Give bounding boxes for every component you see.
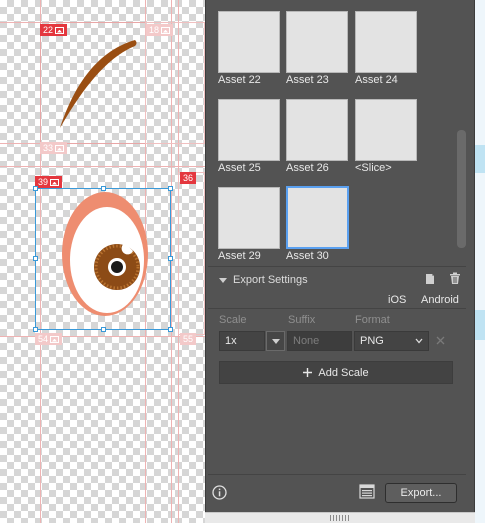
add-scale-button[interactable]: Add Scale bbox=[219, 361, 453, 384]
asset-label: <Slice> bbox=[355, 162, 392, 174]
asset-label: Asset 24 bbox=[355, 74, 398, 86]
asset-thumbnail-selected[interactable] bbox=[286, 186, 349, 249]
artboard-number: 18 bbox=[149, 25, 160, 35]
suffix-input[interactable]: None bbox=[287, 331, 352, 351]
artboard-badge-18[interactable]: 18 bbox=[146, 24, 174, 36]
asset-label: Asset 29 bbox=[218, 250, 261, 262]
chevron-down-icon bbox=[272, 339, 280, 344]
canvas-right-edge bbox=[475, 0, 485, 523]
tab-ios[interactable]: iOS bbox=[388, 294, 406, 306]
artboard-badge-22[interactable]: 22 bbox=[40, 24, 68, 36]
resize-handle[interactable] bbox=[33, 186, 38, 191]
artboard-badge-55[interactable]: 55 bbox=[180, 333, 197, 345]
resize-handle[interactable] bbox=[101, 327, 106, 332]
scale-column-header: Scale bbox=[219, 314, 247, 326]
suffix-column-header: Suffix bbox=[288, 314, 316, 326]
resize-handle[interactable] bbox=[33, 327, 38, 332]
tab-android[interactable]: Android bbox=[421, 294, 459, 306]
asset-label: Asset 26 bbox=[286, 162, 329, 174]
artboard-number: 22 bbox=[43, 25, 54, 35]
artboard-number: 54 bbox=[38, 334, 49, 344]
scale-dropdown-button[interactable] bbox=[266, 331, 285, 351]
artboard-badge-54[interactable]: 54 bbox=[35, 333, 63, 345]
export-settings-title: Export Settings bbox=[233, 274, 308, 286]
export-label: Export... bbox=[400, 487, 442, 499]
asset-thumbnail[interactable] bbox=[218, 11, 280, 73]
info-icon[interactable] bbox=[212, 485, 227, 500]
plus-icon bbox=[303, 368, 313, 377]
trash-icon[interactable] bbox=[449, 272, 461, 285]
image-icon bbox=[55, 26, 65, 34]
asset-label: Asset 23 bbox=[286, 74, 329, 86]
export-button[interactable]: Export... bbox=[385, 483, 457, 503]
resize-handle[interactable] bbox=[168, 256, 173, 261]
divider bbox=[208, 308, 466, 309]
artboard-number: 36 bbox=[183, 173, 194, 183]
scale-input[interactable]: 1x bbox=[219, 331, 265, 351]
artboard-36[interactable] bbox=[178, 172, 205, 335]
export-for-screens-icon[interactable] bbox=[359, 484, 375, 499]
format-select[interactable]: PNG bbox=[354, 331, 429, 351]
asset-label: Asset 25 bbox=[218, 162, 261, 174]
format-column-header: Format bbox=[355, 314, 390, 326]
asset-thumbnail[interactable] bbox=[355, 99, 417, 161]
add-scale-label: Add Scale bbox=[318, 366, 369, 379]
asset-thumbnail[interactable] bbox=[218, 99, 280, 161]
resize-handle[interactable] bbox=[168, 327, 173, 332]
image-icon bbox=[55, 144, 65, 152]
asset-label: Asset 22 bbox=[218, 74, 261, 86]
asset-thumbnail[interactable] bbox=[218, 187, 280, 249]
artboard-number: 39 bbox=[38, 177, 49, 187]
scrollbar-grip[interactable] bbox=[330, 515, 350, 521]
divider bbox=[208, 474, 466, 475]
asset-label: Asset 30 bbox=[286, 250, 329, 262]
eyebrow-artwork[interactable] bbox=[55, 38, 140, 133]
format-value: PNG bbox=[360, 335, 384, 347]
artboard-number: 33 bbox=[43, 143, 54, 153]
assets-scrollbar[interactable] bbox=[457, 130, 466, 248]
image-icon bbox=[50, 335, 60, 343]
horizontal-scrollbar[interactable] bbox=[205, 512, 475, 523]
artboard-badge-36[interactable]: 36 bbox=[180, 172, 197, 184]
chevron-down-icon bbox=[415, 338, 423, 344]
eye-artwork[interactable] bbox=[55, 185, 155, 325]
asset-thumbnail[interactable] bbox=[286, 11, 348, 73]
asset-thumbnail[interactable] bbox=[286, 99, 348, 161]
remove-scale-icon[interactable] bbox=[436, 336, 445, 345]
divider bbox=[208, 266, 466, 267]
artboard-number: 55 bbox=[183, 334, 194, 344]
collapse-triangle-icon[interactable] bbox=[219, 278, 227, 283]
asset-thumbnail[interactable] bbox=[355, 11, 417, 73]
new-asset-icon[interactable] bbox=[424, 273, 436, 285]
resize-handle[interactable] bbox=[33, 256, 38, 261]
image-icon bbox=[161, 26, 171, 34]
artboard-badge-33[interactable]: 33 bbox=[40, 142, 68, 154]
artboard-18[interactable] bbox=[145, 22, 205, 144]
resize-handle[interactable] bbox=[168, 186, 173, 191]
